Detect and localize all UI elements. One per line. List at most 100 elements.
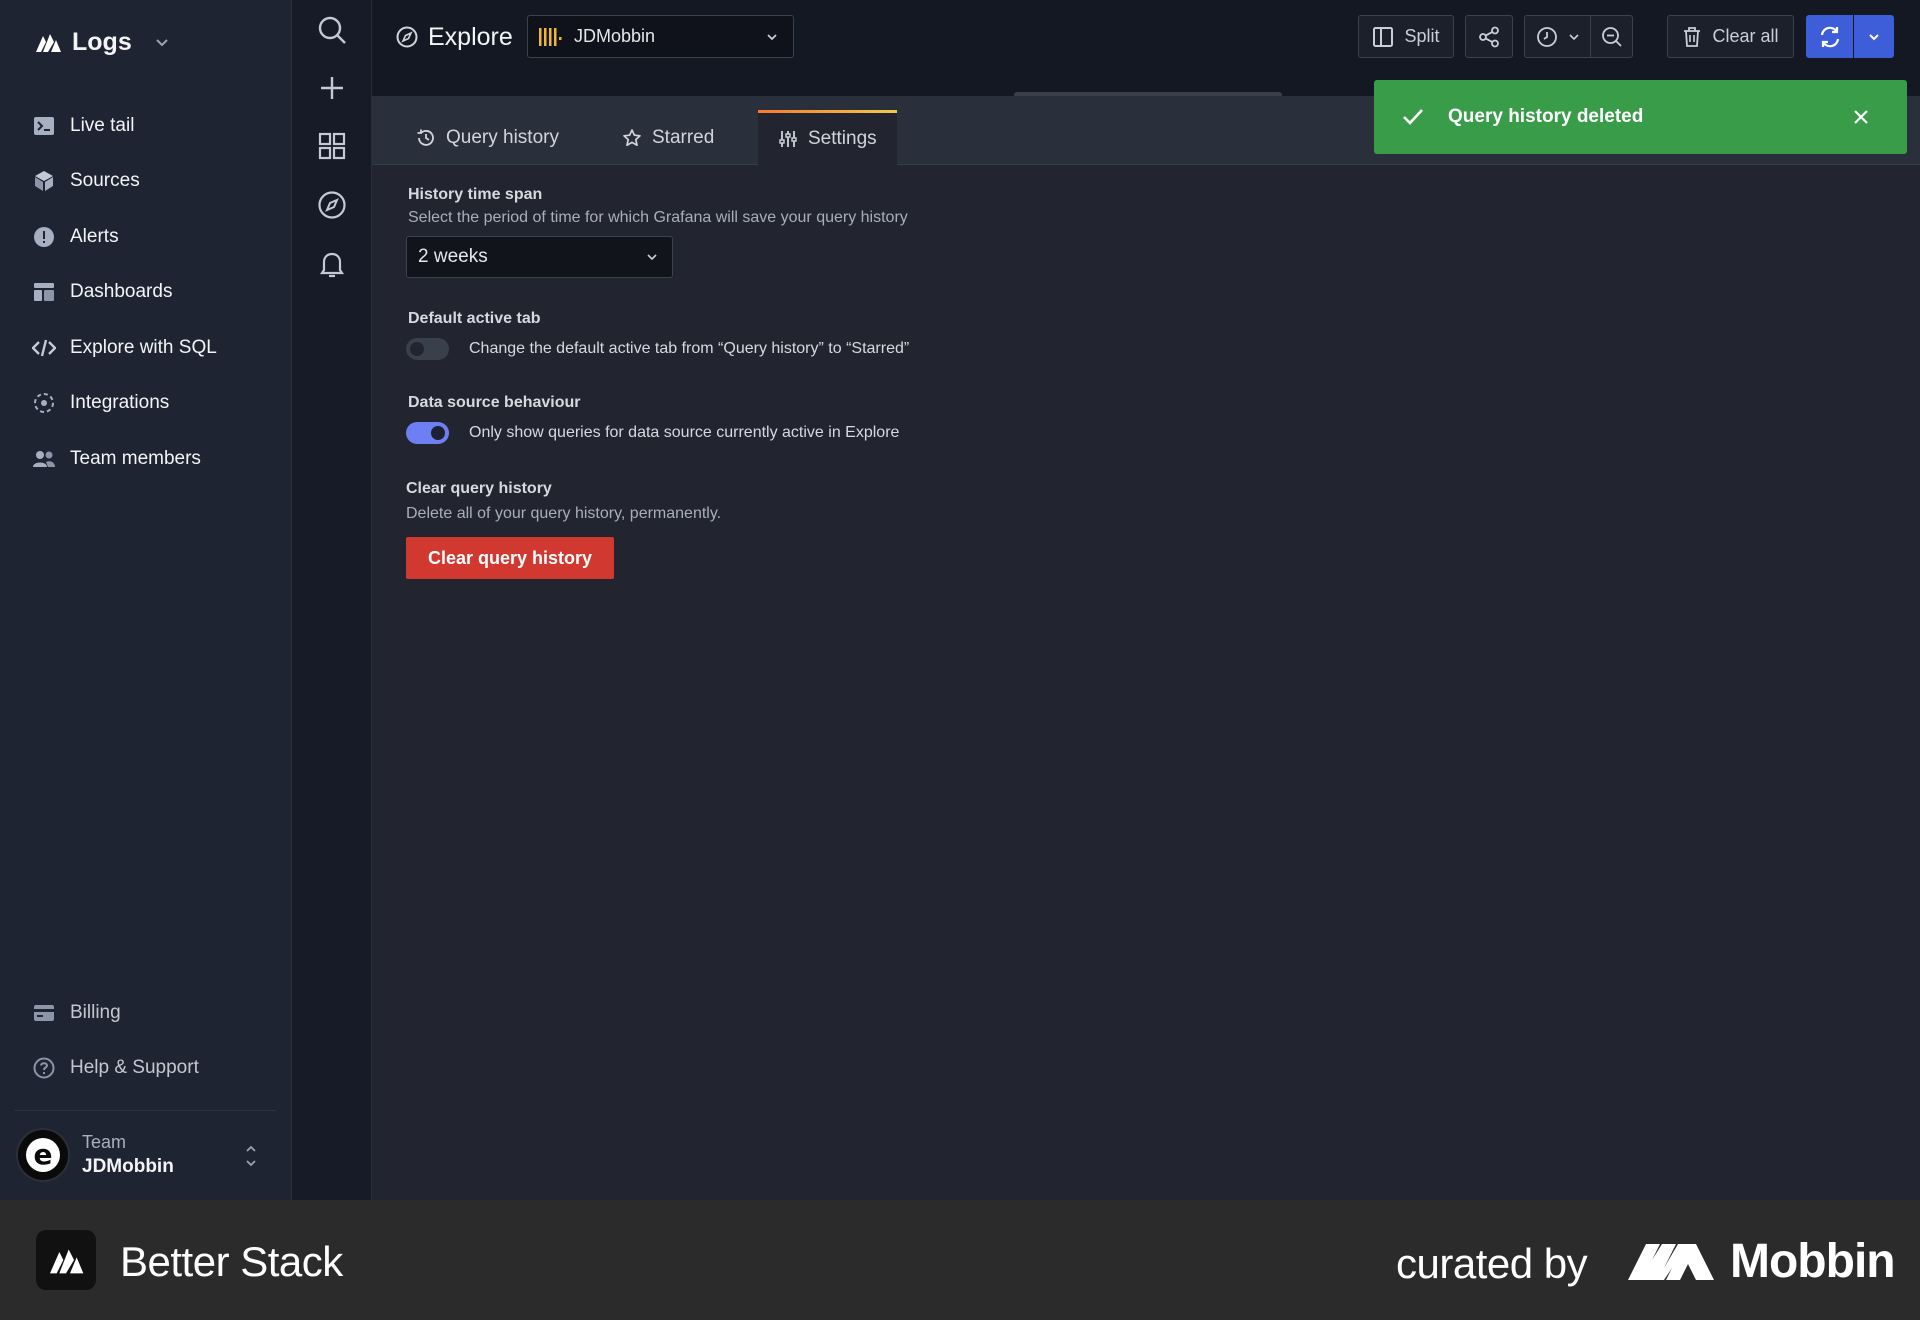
sidebar-item-live-tail[interactable]: Live tail	[20, 98, 280, 154]
team-name: JDMobbin	[82, 1155, 174, 1177]
sidebar-item-label: Sources	[70, 170, 140, 192]
sidebar-item-alerts[interactable]: Alerts	[20, 209, 280, 265]
brand-name: Logs	[72, 27, 132, 56]
run-query-button[interactable]	[1806, 15, 1853, 58]
close-icon[interactable]	[1851, 107, 1871, 127]
default-active-tab-title: Default active tab	[408, 310, 541, 327]
sidebar-item-integrations[interactable]: Integrations	[20, 376, 280, 432]
footer-brand-name: Better Stack	[120, 1238, 343, 1285]
sidebar: Logs Live tail Sources Alerts Dashboards…	[0, 0, 292, 1200]
zoom-out-icon	[1601, 26, 1622, 47]
chevron-down-icon	[647, 254, 657, 261]
integrations-icon	[32, 391, 56, 415]
sidebar-item-dashboards[interactable]: Dashboards	[20, 265, 280, 321]
clear-query-history-desc: Delete all of your query history, perman…	[406, 505, 722, 522]
history-time-span-select[interactable]: 2 weeks	[406, 236, 673, 278]
sliders-icon	[779, 131, 797, 147]
credit-card-icon	[32, 1001, 56, 1025]
split-icon	[1373, 26, 1394, 47]
code-icon	[32, 336, 56, 360]
tab-label: Settings	[808, 128, 877, 149]
grid-icon	[318, 132, 346, 160]
share-icon	[1479, 26, 1499, 47]
history-time-span-value: 2 weeks	[418, 246, 488, 267]
rail-explore-button[interactable]	[312, 185, 352, 225]
default-active-tab-label: Change the default active tab from “Quer…	[469, 340, 910, 357]
clear-all-button[interactable]: Clear all	[1667, 15, 1794, 58]
split-label: Split	[1404, 26, 1440, 46]
sidebar-nav: Live tail Sources Alerts Dashboards Expl…	[20, 98, 280, 487]
sidebar-item-label: Explore with SQL	[70, 336, 217, 358]
time-range-button[interactable]	[1524, 15, 1591, 58]
refresh-interval-button[interactable]	[1854, 15, 1894, 58]
rail-add-button[interactable]	[312, 68, 352, 108]
help-circle-icon	[32, 1056, 56, 1080]
team-switcher[interactable]: e Team JDMobbin	[14, 1110, 276, 1198]
footer-banner: Better Stack curated by Mobbin	[0, 1200, 1920, 1320]
sidebar-item-label: Live tail	[70, 114, 135, 136]
history-icon	[417, 129, 434, 146]
datasource-name: JDMobbin	[574, 26, 656, 46]
tab-label: Starred	[652, 126, 715, 148]
team-icon	[32, 447, 56, 471]
svg-text:e: e	[34, 1138, 53, 1171]
compass-icon	[318, 191, 346, 219]
brand-switcher[interactable]: Logs	[34, 24, 170, 60]
sidebar-item-sources[interactable]: Sources	[20, 154, 280, 210]
trash-icon	[1684, 26, 1701, 47]
rail-dashboards-button[interactable]	[312, 126, 352, 166]
mobbin-logo-icon	[1628, 1243, 1714, 1280]
sidebar-item-label: Billing	[70, 1001, 121, 1023]
data-source-behaviour-label: Only show queries for data source curren…	[469, 424, 900, 441]
default-active-tab-toggle[interactable]	[406, 338, 449, 360]
history-time-span-title: History time span	[408, 186, 543, 203]
alert-icon	[32, 225, 56, 249]
better-stack-logo-icon	[36, 34, 61, 52]
main-area: Explore JDMobbin Split Clear all Query h…	[372, 0, 1920, 1200]
clear-query-history-title: Clear query history	[406, 480, 552, 497]
sidebar-item-help[interactable]: Help & Support	[20, 1041, 280, 1097]
page-title: Explore	[396, 22, 513, 52]
sidebar-bottom-nav: Billing Help & Support	[20, 985, 280, 1096]
page-title-text: Explore	[428, 22, 513, 51]
dashboard-icon	[32, 280, 56, 304]
plus-icon	[321, 77, 343, 99]
share-button[interactable]	[1465, 15, 1513, 58]
chevron-up-down-icon	[246, 1145, 256, 1167]
bell-icon	[319, 252, 345, 278]
clear-all-label: Clear all	[1712, 26, 1779, 46]
refresh-icon	[1820, 26, 1839, 47]
mobbin-logo: Mobbin	[1626, 1234, 1896, 1289]
avatar: e	[16, 1127, 70, 1182]
success-toast: Query history deleted	[1374, 80, 1907, 154]
rail-alerting-button[interactable]	[312, 244, 352, 284]
team-label: Team	[82, 1131, 127, 1152]
zoom-out-button[interactable]	[1590, 15, 1633, 58]
datasource-picker[interactable]: JDMobbin	[527, 15, 794, 58]
sidebar-item-team-members[interactable]: Team members	[20, 431, 280, 487]
sidebar-item-label: Dashboards	[70, 281, 173, 303]
tab-starred[interactable]: Starred	[622, 110, 714, 165]
terminal-icon	[32, 114, 56, 138]
check-icon	[1403, 109, 1423, 125]
footer-curated-by: curated by	[1396, 1240, 1588, 1287]
tab-label: Query history	[446, 126, 559, 148]
chevron-down-icon	[767, 34, 777, 41]
rail-search-button[interactable]	[312, 10, 352, 50]
sidebar-item-explore-sql[interactable]: Explore with SQL	[20, 320, 280, 376]
search-icon	[318, 16, 346, 44]
toast-message: Query history deleted	[1448, 106, 1644, 127]
compass-icon	[396, 26, 418, 48]
data-source-behaviour-toggle[interactable]	[406, 422, 449, 444]
data-source-behaviour-title: Data source behaviour	[408, 394, 581, 411]
sidebar-item-label: Integrations	[70, 392, 170, 414]
sidebar-item-label: Alerts	[70, 225, 119, 247]
sidebar-item-label: Help & Support	[70, 1057, 199, 1079]
clear-query-history-button[interactable]: Clear query history	[406, 537, 615, 579]
sidebar-item-billing[interactable]: Billing	[20, 985, 280, 1041]
tab-query-history[interactable]: Query history	[416, 110, 559, 165]
chevron-down-icon	[1569, 33, 1579, 40]
split-button[interactable]: Split	[1358, 15, 1454, 58]
better-stack-logo-icon	[36, 1230, 96, 1290]
tab-settings[interactable]: Settings	[758, 110, 897, 165]
